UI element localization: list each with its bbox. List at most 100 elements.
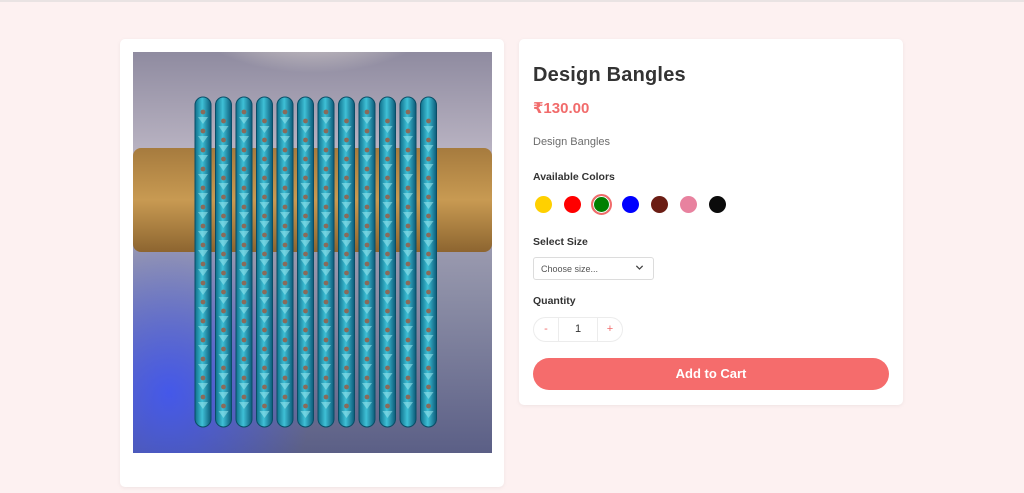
crystal-stone <box>405 166 411 172</box>
crystal-stone <box>426 251 431 257</box>
crystal-stone <box>323 394 329 400</box>
crystal-stone <box>426 137 431 143</box>
crystal-stone <box>323 261 329 267</box>
product-image-card <box>120 39 504 487</box>
crystal-stone <box>344 327 349 333</box>
crystal-stone <box>241 185 247 191</box>
crystal-stone <box>405 375 411 381</box>
crystal-stone <box>303 270 308 276</box>
crystal-stone <box>221 118 226 124</box>
crystal-stone <box>364 109 370 115</box>
crystal-stone <box>364 356 370 362</box>
crystal-stone <box>303 365 308 371</box>
crystal-stone <box>282 185 288 191</box>
increment-button[interactable]: + <box>598 318 622 341</box>
crystal-stone <box>323 356 329 362</box>
crystal-stone <box>323 242 329 248</box>
crystal-stone <box>385 232 390 238</box>
crystal-stone <box>221 365 226 371</box>
crystal-stone <box>405 299 411 305</box>
crystal-stone <box>426 213 431 219</box>
crystal-stone <box>405 337 411 343</box>
crystal-stone <box>405 356 411 362</box>
crystal-stone <box>303 308 308 314</box>
crystal-stone <box>282 280 288 286</box>
color-swatch-brown[interactable] <box>651 196 668 213</box>
color-swatch-pink[interactable] <box>680 196 697 213</box>
crystal-stone <box>282 166 288 172</box>
crystal-stone <box>344 384 349 390</box>
crystal-stone <box>426 308 431 314</box>
crystal-stone <box>364 147 370 153</box>
crystal-stone <box>364 166 370 172</box>
crystal-stone <box>241 394 247 400</box>
add-to-cart-button[interactable]: Add to Cart <box>533 358 889 390</box>
crystal-stone <box>385 270 390 276</box>
crystal-stone <box>241 128 247 134</box>
crystal-stone <box>405 204 411 210</box>
crystal-stone <box>323 147 329 153</box>
crystal-stone <box>241 375 247 381</box>
crystal-stone <box>323 128 329 134</box>
crystal-stone <box>323 375 329 381</box>
crystal-stone <box>200 109 206 115</box>
crystal-stone <box>241 299 247 305</box>
crystal-stone <box>221 175 226 181</box>
size-select-value: Choose size... <box>541 264 599 274</box>
crystal-stone <box>385 194 390 200</box>
decrement-button[interactable]: - <box>534 318 558 341</box>
crystal-stone <box>405 318 411 324</box>
crystal-stone <box>221 308 226 314</box>
crystal-stone <box>344 289 349 295</box>
color-swatch-green[interactable] <box>591 194 612 215</box>
crystal-stone <box>385 251 390 257</box>
crystal-stone <box>364 299 370 305</box>
crystal-stone <box>282 318 288 324</box>
color-swatch-blue[interactable] <box>622 196 639 213</box>
color-swatch-black[interactable] <box>709 196 726 213</box>
crystal-stone <box>200 375 206 381</box>
crystal-stone <box>426 156 431 162</box>
size-label: Select Size <box>533 236 588 248</box>
crystal-stone <box>344 346 349 352</box>
crystal-stone <box>221 270 226 276</box>
crystal-stone <box>303 327 308 333</box>
crystal-stone <box>282 109 288 115</box>
crystal-stone <box>200 147 206 153</box>
color-swatch-yellow[interactable] <box>535 196 552 213</box>
crystal-stone <box>241 337 247 343</box>
crystal-stone <box>221 346 226 352</box>
crystal-stone <box>262 232 267 238</box>
crystal-stone <box>426 365 431 371</box>
crystal-stone <box>344 137 349 143</box>
crystal-stone <box>200 299 206 305</box>
product-photo[interactable] <box>133 52 492 453</box>
size-select[interactable]: Choose size... <box>533 257 654 280</box>
crystal-stone <box>221 137 226 143</box>
crystal-stone <box>385 365 390 371</box>
crystal-stone <box>241 242 247 248</box>
crystal-stone <box>323 166 329 172</box>
crystal-stone <box>282 375 288 381</box>
crystal-stone <box>323 185 329 191</box>
crystal-stone <box>282 337 288 343</box>
quantity-label: Quantity <box>533 295 576 307</box>
crystal-stone <box>282 204 288 210</box>
crystal-stone <box>282 261 288 267</box>
crystal-stone <box>405 280 411 286</box>
crystal-stone <box>385 308 390 314</box>
crystal-stone <box>364 394 370 400</box>
crystal-stone <box>364 280 370 286</box>
crystal-stone <box>303 346 308 352</box>
crystal-stone <box>405 185 411 191</box>
color-swatch-red[interactable] <box>564 196 581 213</box>
crystal-stone <box>364 318 370 324</box>
crystal-stone <box>262 403 267 409</box>
crystal-stone <box>385 175 390 181</box>
crystal-stone <box>364 242 370 248</box>
crystal-stone <box>426 384 431 390</box>
crystal-stone <box>344 403 349 409</box>
quantity-input[interactable]: 1 <box>558 318 598 341</box>
crystal-stone <box>282 356 288 362</box>
crystal-stone <box>262 213 267 219</box>
